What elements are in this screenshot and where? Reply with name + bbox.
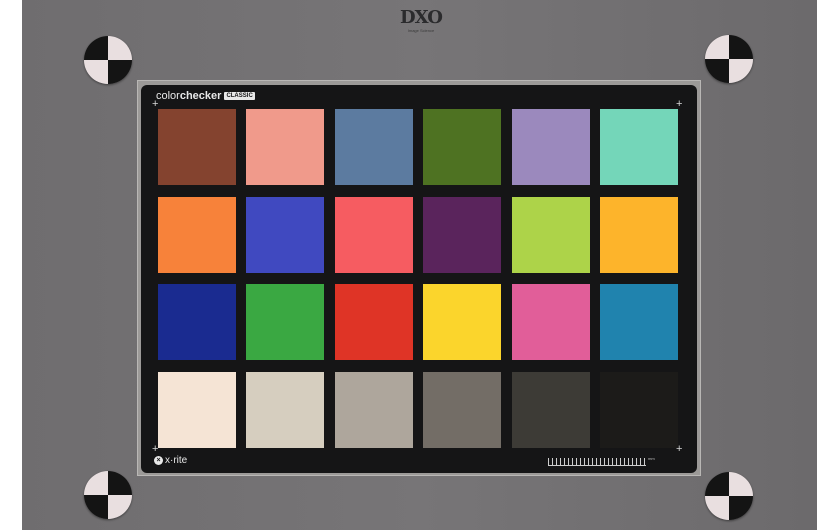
color-patch	[423, 372, 502, 449]
scale-ruler	[548, 458, 646, 466]
color-patch	[158, 109, 236, 185]
registration-target-bottom-right	[705, 472, 753, 520]
color-patch	[600, 284, 678, 361]
color-patch	[158, 284, 236, 361]
color-patch	[334, 284, 413, 361]
footer-brand: × x·rite	[154, 455, 187, 466]
logo-subtitle: Image Science	[407, 28, 435, 33]
color-patch	[511, 372, 590, 449]
color-checker-card: colorchecker CLASSIC + + + + × x·rite mm	[141, 85, 697, 473]
color-patch	[334, 372, 413, 449]
color-patch	[246, 196, 325, 273]
color-patch	[158, 372, 236, 449]
color-patch	[600, 196, 678, 273]
brand-light: color	[156, 90, 180, 102]
color-patch	[334, 196, 413, 273]
registration-target-top-right	[705, 35, 753, 83]
brand-bold: checker	[179, 90, 222, 102]
registration-target-top-left	[84, 36, 132, 84]
color-patch	[246, 284, 325, 361]
color-patch	[511, 109, 590, 185]
chart-brand: colorchecker CLASSIC	[156, 90, 255, 102]
color-patch	[511, 196, 590, 273]
dxo-logo: DXO Image Science	[396, 8, 446, 36]
color-patch	[334, 109, 413, 185]
color-patch	[600, 372, 678, 449]
xrite-logo-icon: ×	[154, 456, 163, 465]
logo-wordmark: DXO	[400, 7, 443, 28]
color-patch	[423, 196, 502, 273]
color-patch	[158, 196, 236, 273]
registration-target-bottom-left	[84, 471, 132, 519]
footer-brand-text: x·rite	[165, 455, 188, 466]
color-patch	[246, 109, 325, 185]
color-patch	[246, 372, 325, 449]
color-patch	[600, 109, 678, 185]
color-patch	[511, 284, 590, 361]
color-patch	[423, 284, 502, 361]
brand-badge: CLASSIC	[224, 92, 255, 100]
ruler-unit: mm	[648, 456, 655, 461]
color-patch	[423, 109, 502, 185]
